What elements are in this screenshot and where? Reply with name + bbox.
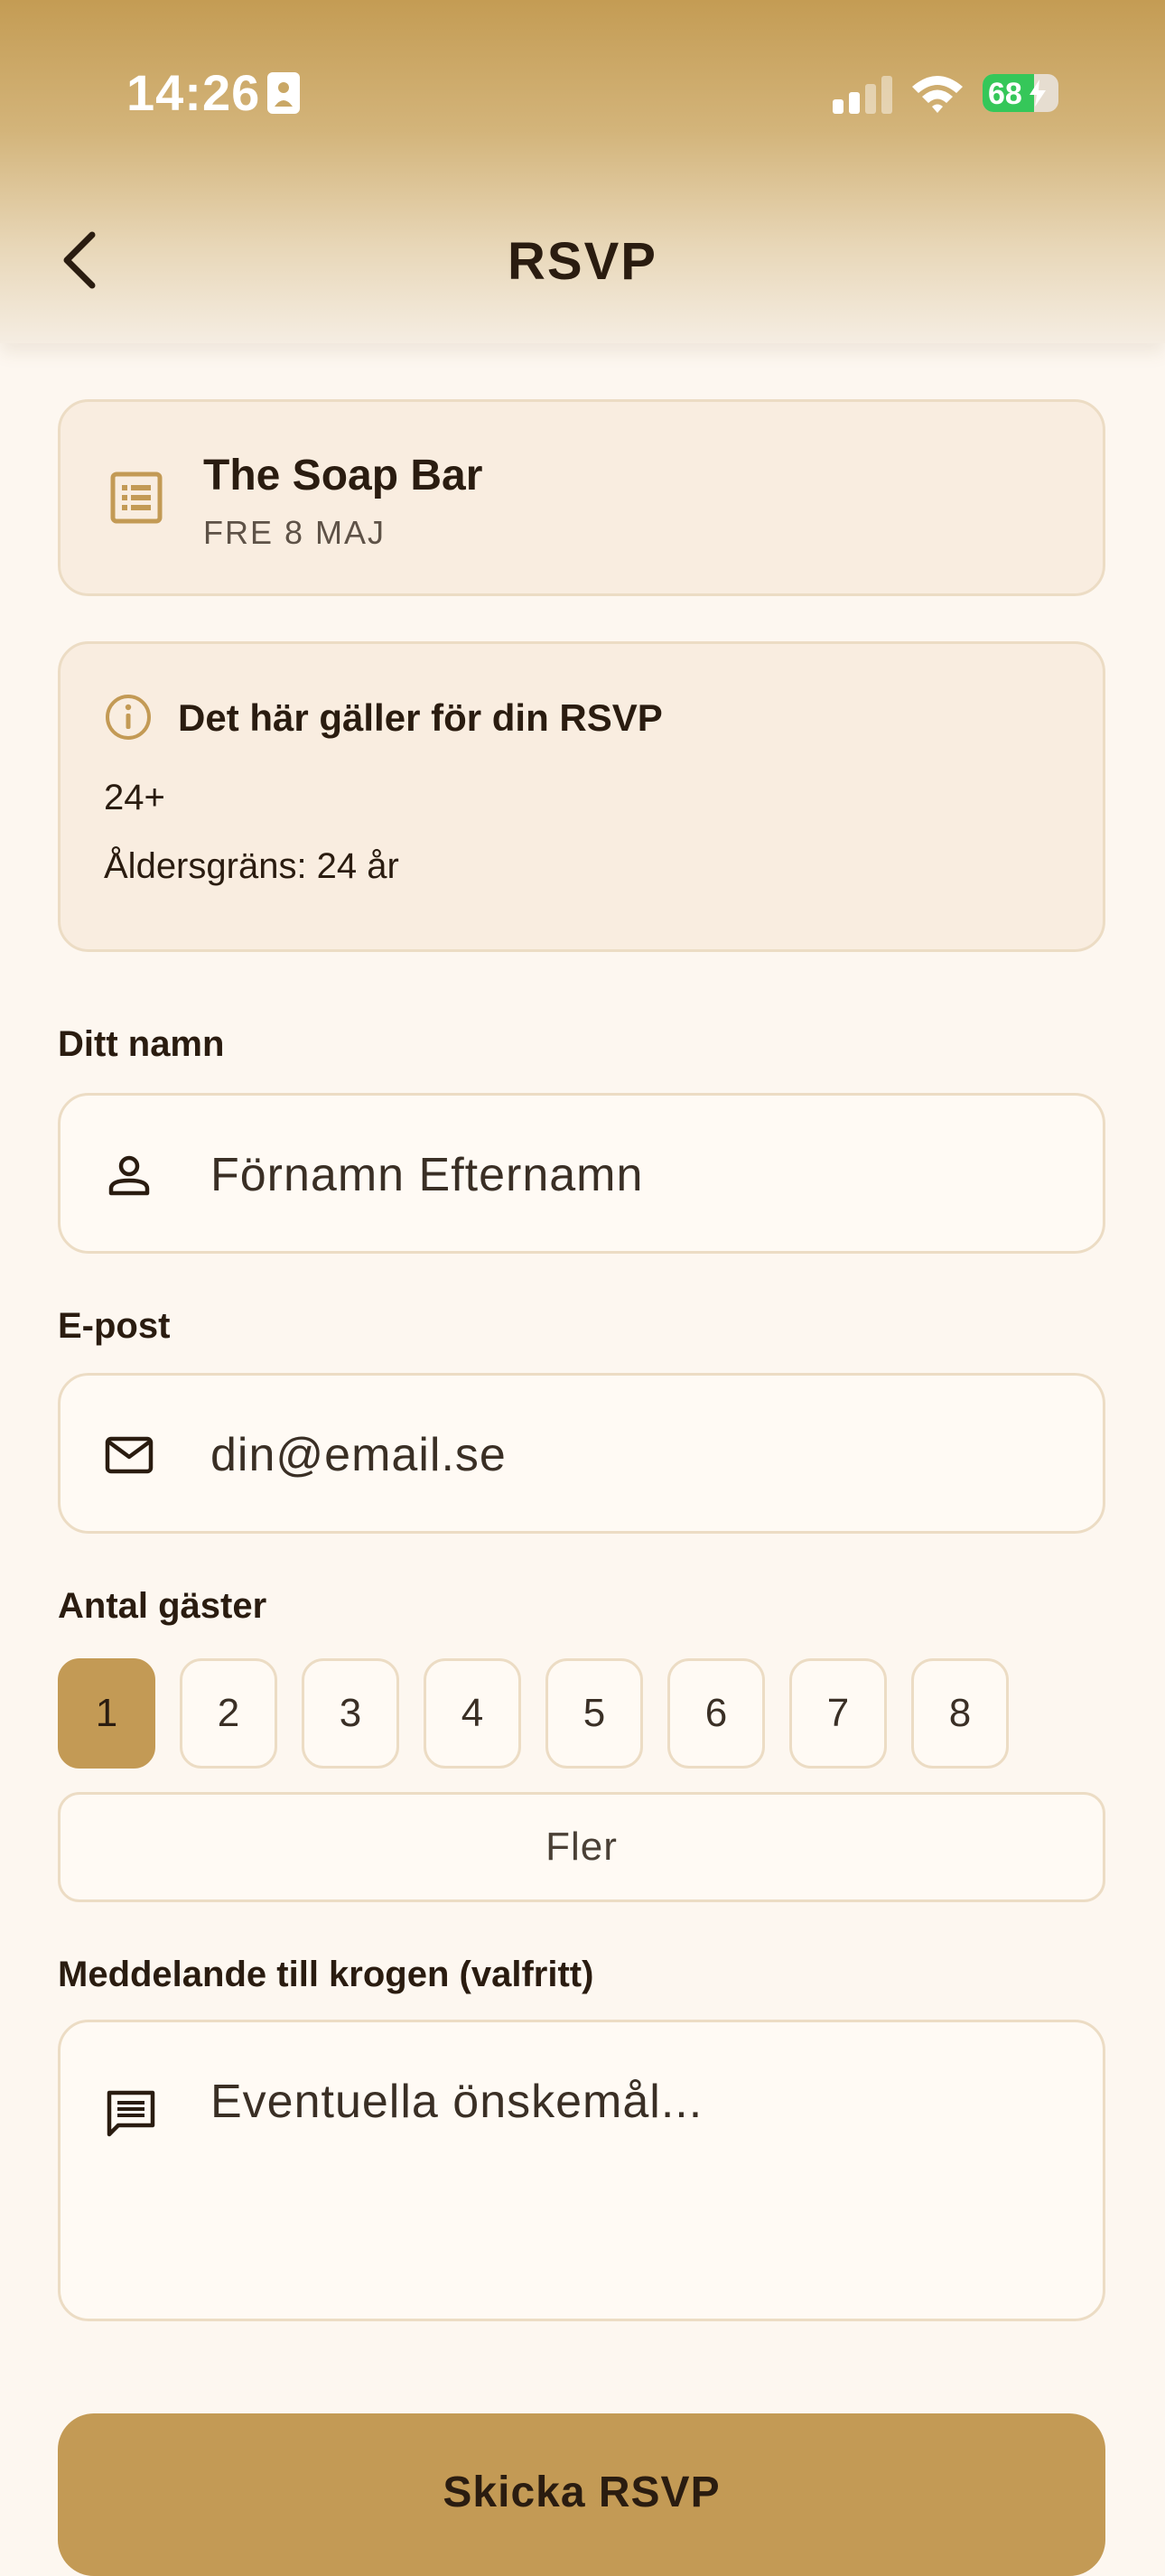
guest-option-1[interactable]: 1 — [58, 1658, 155, 1769]
battery-percent: 68 — [988, 77, 1022, 111]
guest-option-3[interactable]: 3 — [302, 1658, 399, 1769]
email-field[interactable]: din@email.se — [58, 1373, 1105, 1534]
sim-card-icon — [267, 72, 300, 114]
charging-bolt-icon — [1030, 79, 1046, 107]
more-guests-button[interactable]: Fler — [58, 1792, 1105, 1902]
page-title: RSVP — [508, 232, 657, 291]
rules-title: Det här gäller för din RSVP — [178, 696, 663, 739]
venue-date: FRE 8 MAJ — [203, 514, 387, 551]
message-icon — [107, 2090, 155, 2137]
rules-age-limit: Åldersgräns: 24 år — [104, 846, 399, 886]
mail-icon — [105, 1436, 154, 1474]
name-input[interactable]: Förnamn Efternamn — [210, 1148, 1059, 1202]
person-icon — [108, 1155, 150, 1196]
rsvp-rules-card: Det här gäller för din RSVP 24+ Åldersgr… — [58, 641, 1105, 952]
rules-age-tag: 24+ — [104, 778, 165, 817]
email-label: E-post — [58, 1306, 171, 1346]
submit-rsvp-label: Skicka RSVP — [443, 2469, 721, 2516]
submit-rsvp-button[interactable]: Skicka RSVP — [58, 2413, 1105, 2576]
header: 14:26 68 RSVP — [0, 0, 1165, 343]
info-icon — [106, 695, 151, 740]
status-time: 14:26 — [126, 64, 261, 121]
wifi-icon — [912, 76, 963, 113]
name-field[interactable]: Förnamn Efternamn — [58, 1093, 1105, 1254]
guest-option-6[interactable]: 6 — [667, 1658, 765, 1769]
guest-option-7[interactable]: 7 — [789, 1658, 887, 1769]
guest-option-4[interactable]: 4 — [424, 1658, 521, 1769]
message-field[interactable]: Eventuella önskemål... — [58, 2020, 1105, 2321]
guests-label: Antal gäster — [58, 1586, 267, 1626]
guest-option-8[interactable]: 8 — [911, 1658, 1009, 1769]
message-input[interactable]: Eventuella önskemål... — [210, 2075, 703, 2129]
guest-option-5[interactable]: 5 — [545, 1658, 643, 1769]
name-label: Ditt namn — [58, 1024, 225, 1064]
message-label: Meddelande till krogen (valfritt) — [58, 1955, 594, 1994]
battery-indicator: 68 — [983, 74, 1058, 112]
venue-name: The Soap Bar — [203, 452, 483, 499]
email-input[interactable]: din@email.se — [210, 1428, 1059, 1482]
cellular-signal-icon — [833, 76, 892, 114]
guest-count-selector: 12345678 — [58, 1658, 1105, 1769]
list-icon — [110, 471, 163, 524]
venue-card: The Soap Bar FRE 8 MAJ — [58, 399, 1105, 596]
guest-option-2[interactable]: 2 — [180, 1658, 277, 1769]
